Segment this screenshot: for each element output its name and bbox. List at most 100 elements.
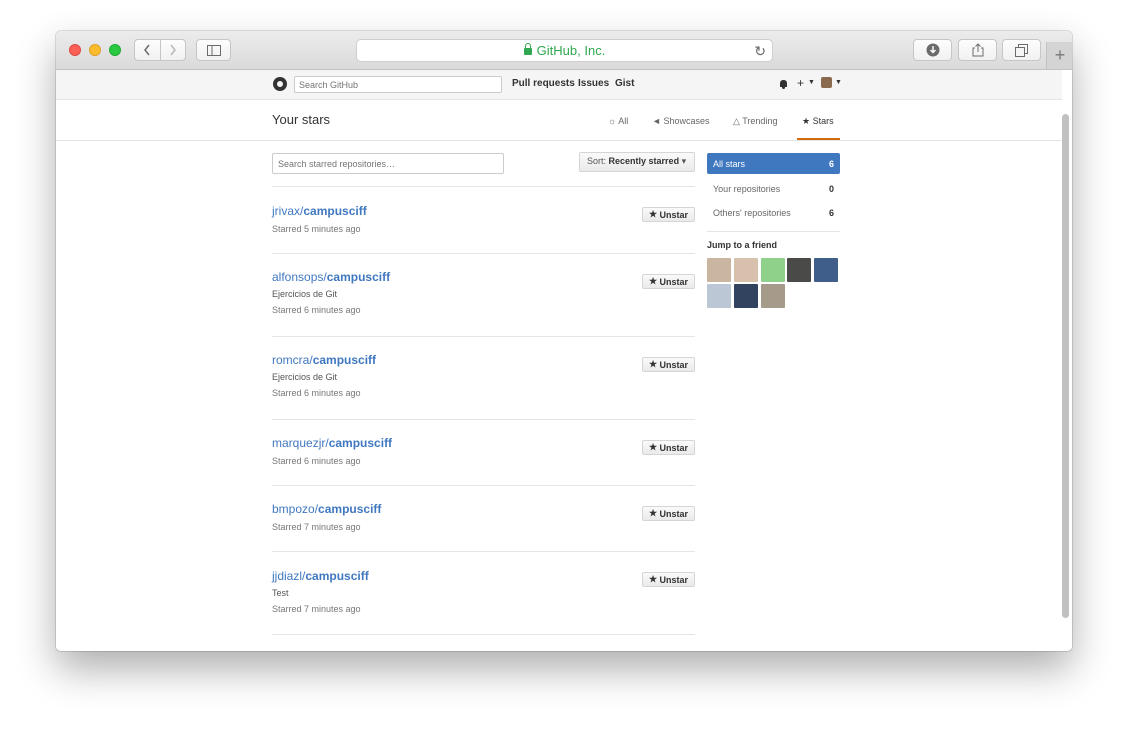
list-divider	[272, 336, 695, 337]
repo-link[interactable]: romcra/campusciff	[272, 353, 695, 367]
address-bar[interactable]: GitHub, Inc. ↻	[356, 39, 773, 62]
close-window-button[interactable]	[69, 44, 81, 56]
repo-name[interactable]: campusciff	[313, 353, 376, 367]
friend-avatar[interactable]	[734, 284, 758, 308]
friend-avatar[interactable]	[734, 258, 758, 282]
tab-trending-label: Trending	[742, 116, 778, 126]
starred-repo-item: jjdiazl/campusciff Test Starred 7 minute…	[272, 569, 695, 614]
sidebar-icon	[206, 44, 221, 56]
minimize-window-button[interactable]	[89, 44, 101, 56]
star-icon: ★	[648, 574, 658, 584]
repo-owner[interactable]: jjdiazl	[272, 569, 302, 583]
explore-icon: ☼	[608, 116, 617, 126]
starred-repo-item: romcra/campusciff Ejercicios de Git Star…	[272, 353, 695, 398]
search-starred-input[interactable]	[272, 153, 504, 174]
repo-name[interactable]: campusciff	[303, 204, 366, 218]
repo-link[interactable]: jjdiazl/campusciff	[272, 569, 695, 583]
filter-count: 0	[828, 184, 834, 194]
repo-name[interactable]: campusciff	[329, 436, 392, 450]
filter-count: 6	[828, 208, 834, 218]
github-header: Pull requests Issues Gist + ▼ ▼	[56, 70, 1062, 100]
repo-description: Test	[272, 588, 289, 598]
unstar-button[interactable]: ★ Unstar	[642, 506, 695, 521]
repo-link[interactable]: bmpozo/campusciff	[272, 502, 695, 516]
friend-avatar[interactable]	[707, 284, 731, 308]
list-divider	[272, 551, 695, 552]
friend-avatar[interactable]	[814, 258, 838, 282]
friend-avatar[interactable]	[761, 258, 785, 282]
user-avatar[interactable]	[821, 77, 832, 88]
star-icon: ★	[648, 359, 658, 369]
unstar-button[interactable]: ★ Unstar	[642, 440, 695, 455]
friend-avatar[interactable]	[707, 258, 731, 282]
repo-owner[interactable]: marquezjr	[272, 436, 325, 450]
repo-owner[interactable]: alfonsops	[272, 270, 323, 284]
tab-all[interactable]: ☼ All	[608, 116, 628, 126]
list-divider	[272, 419, 695, 420]
nav-pull-requests[interactable]: Pull requests	[512, 78, 575, 89]
jump-to-friend-heading: Jump to a friend	[707, 240, 778, 250]
github-logo-icon[interactable]	[273, 77, 287, 91]
tab-stars-label: Stars	[812, 116, 834, 126]
repo-link[interactable]: marquezjr/campusciff	[272, 436, 695, 450]
filter-label: Your repositories	[713, 184, 781, 194]
starred-repo-item: bmpozo/campusciff Starred 7 minutes ago	[272, 502, 695, 532]
nav-gist[interactable]: Gist	[615, 78, 634, 89]
downloads-button[interactable]	[913, 39, 952, 61]
starred-time: Starred 6 minutes ago	[272, 456, 361, 466]
lock-icon	[523, 43, 532, 55]
tab-stars[interactable]: ★ Stars	[802, 116, 834, 127]
browser-window: GitHub, Inc. ↻ + Pull requests Issues Gi…	[56, 31, 1072, 651]
tabs-icon	[1015, 43, 1028, 57]
tabs-overview-button[interactable]	[1002, 39, 1041, 61]
list-divider	[272, 634, 695, 635]
reload-icon[interactable]: ↻	[754, 43, 766, 60]
list-divider	[272, 253, 695, 254]
share-button[interactable]	[958, 39, 997, 61]
repo-name[interactable]: campusciff	[318, 502, 381, 516]
zoom-window-button[interactable]	[109, 44, 121, 56]
sidebar-toggle-button[interactable]	[196, 39, 231, 61]
scrollbar-thumb[interactable]	[1062, 114, 1069, 618]
starred-time: Starred 5 minutes ago	[272, 224, 361, 234]
notifications-bell-icon[interactable]	[780, 80, 787, 89]
unstar-button[interactable]: ★ Unstar	[642, 572, 695, 587]
address-text-wrap: GitHub, Inc.	[357, 43, 772, 58]
unstar-button[interactable]: ★ Unstar	[642, 274, 695, 289]
repo-owner[interactable]: jrivax	[272, 204, 300, 218]
nav-issues[interactable]: Issues	[578, 78, 609, 89]
github-search-input[interactable]	[294, 76, 502, 93]
filter-label: Others' repositories	[713, 208, 791, 218]
friend-avatar[interactable]	[787, 258, 811, 282]
browser-toolbar: GitHub, Inc. ↻ +	[56, 31, 1072, 70]
repo-name[interactable]: campusciff	[327, 270, 390, 284]
starred-time: Starred 7 minutes ago	[272, 522, 361, 532]
tab-showcases[interactable]: ◄ Showcases	[652, 116, 709, 126]
filter-count: 6	[828, 158, 834, 169]
tab-trending[interactable]: △ Trending	[733, 116, 777, 127]
chevron-down-icon: ▼	[835, 79, 842, 86]
filter-others-repositories[interactable]: Others' repositories 6	[707, 201, 840, 225]
starred-repo-item: marquezjr/campusciff Starred 6 minutes a…	[272, 436, 695, 466]
repo-owner[interactable]: romcra	[272, 353, 309, 367]
page-title: Your stars	[272, 112, 331, 127]
repo-owner[interactable]: bmpozo	[272, 502, 315, 516]
stars-filter-menu: All stars 6 Your repositories 0 Others' …	[707, 153, 840, 225]
back-button[interactable]	[135, 40, 160, 60]
filter-all-stars[interactable]: All stars 6	[707, 153, 840, 174]
filter-your-repositories[interactable]: Your repositories 0	[707, 177, 840, 201]
friend-avatar[interactable]	[761, 284, 785, 308]
unstar-label: Unstar	[659, 442, 689, 453]
unstar-button[interactable]: ★ Unstar	[642, 357, 695, 372]
create-new-plus-icon[interactable]: +	[797, 76, 804, 90]
repo-link[interactable]: alfonsops/campusciff	[272, 270, 695, 284]
forward-button[interactable]	[159, 40, 186, 60]
repo-link[interactable]: jrivax/campusciff	[272, 204, 695, 218]
new-tab-button[interactable]: +	[1046, 42, 1072, 69]
unstar-button[interactable]: ★ Unstar	[642, 207, 695, 222]
sort-dropdown[interactable]: Sort: Recently starred ▾	[579, 152, 695, 172]
star-icon: ★	[648, 508, 658, 518]
chevron-left-icon	[144, 44, 150, 56]
repo-name[interactable]: campusciff	[305, 569, 368, 583]
starred-time: Starred 6 minutes ago	[272, 305, 361, 315]
